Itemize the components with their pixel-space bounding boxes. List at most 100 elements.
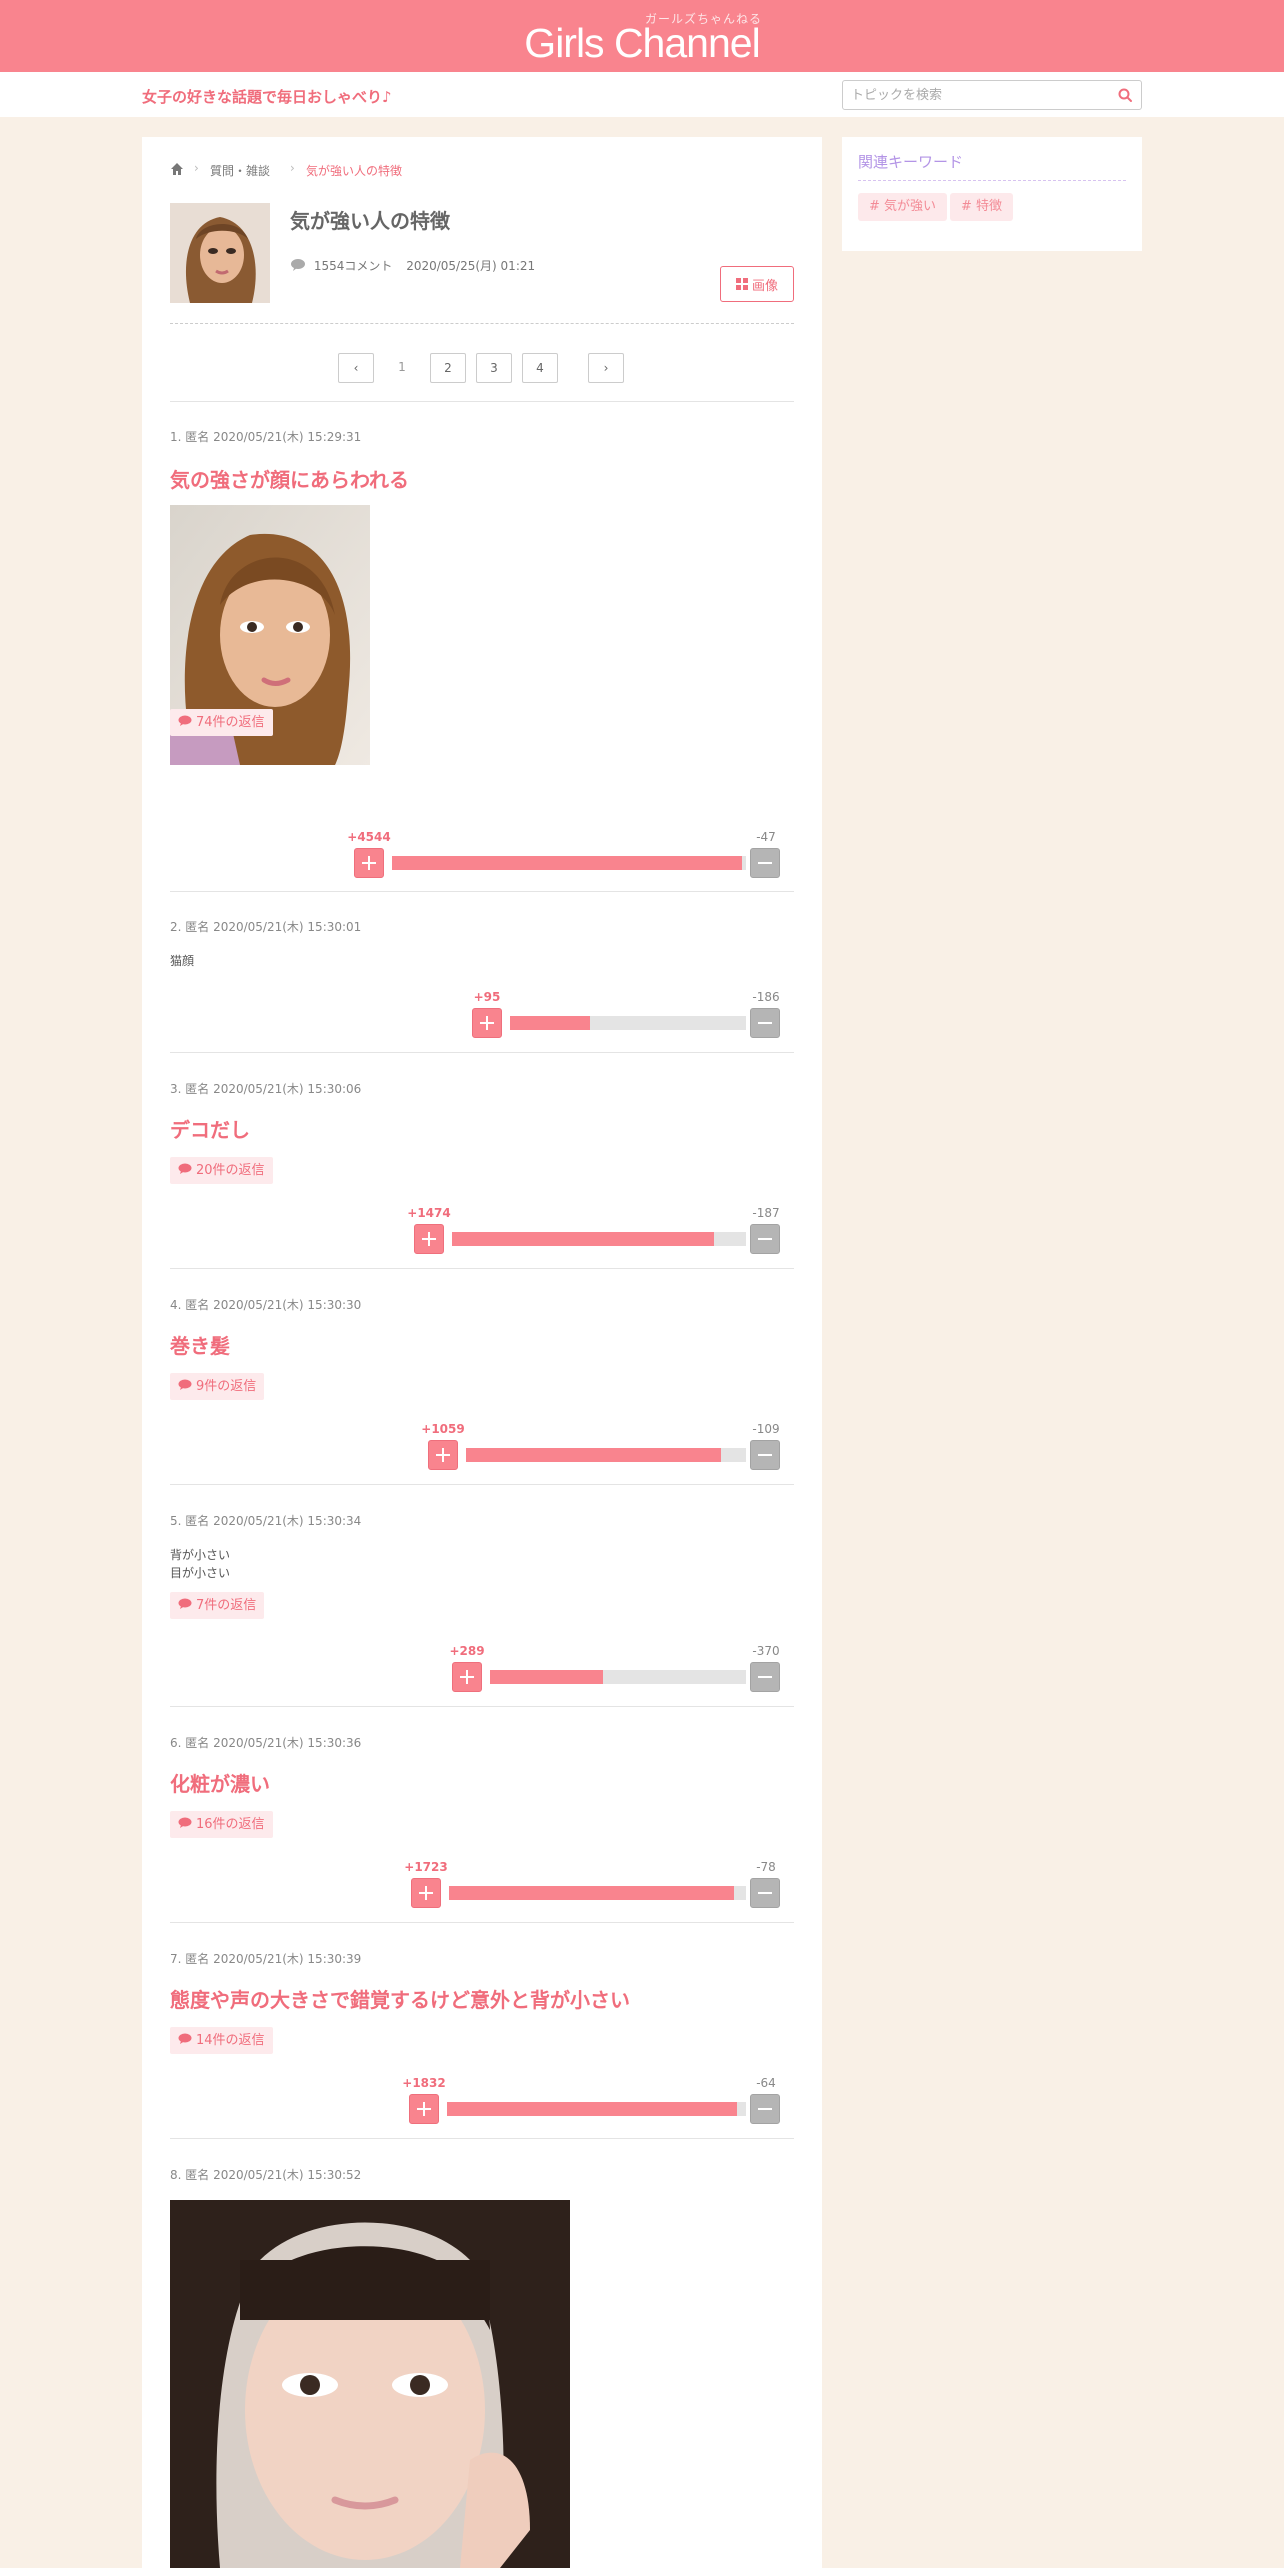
breadcrumb-current: 気が強い人の特徴 [306,164,403,178]
replies-link[interactable]: 20件の返信 [170,1157,273,1184]
page-2[interactable]: 2 [430,353,466,383]
divider [170,401,794,402]
replies-link[interactable]: 9件の返信 [170,1373,265,1400]
comment-text: デコだし [170,1118,250,1142]
plus-vote-button[interactable] [428,1440,458,1470]
divider [170,891,794,892]
next-page-button[interactable]: › [588,353,624,383]
divider [170,1922,794,1923]
replies-count: 16件の返信 [196,1817,265,1832]
minus-vote-button[interactable] [750,1878,780,1908]
vote-bar: +1832 -64 [170,2076,794,2124]
comment-bubble-icon [291,259,305,271]
page-1: 1 [384,353,420,383]
search-box [842,80,1142,110]
plus-icon [480,1016,494,1030]
related-keywords-title: 関連キーワード [858,153,964,171]
plus-icon [422,1232,436,1246]
minus-vote-button[interactable] [750,848,780,878]
replies-count: 7件の返信 [196,1598,257,1613]
plus-vote-button[interactable] [414,1224,444,1254]
divider [170,1484,794,1485]
replies-count: 9件の返信 [196,1379,257,1394]
plus-icon [419,1886,433,1900]
related-keywords-panel: 関連キーワード # 気が強い # 特徴 [842,137,1142,251]
prev-page-button[interactable]: ‹ [338,353,374,383]
home-icon[interactable] [170,162,184,176]
image-gallery-button[interactable]: 画像 [720,266,794,302]
comment-image[interactable] [170,2200,570,2568]
plus-count: +1059 [421,1422,465,1436]
comment-text: 態度や声の大きさで錯覚するけど意外と背が小さい [170,1988,630,2012]
comment-line: 目が小さい [170,1566,231,1580]
plus-count: +95 [473,990,501,1004]
minus-icon [758,1676,772,1678]
vote-ratio-fill [466,1448,721,1462]
vote-ratio-track [392,856,746,870]
vote-ratio-fill [452,1232,714,1246]
replies-link[interactable]: 74件の返信 [170,709,273,736]
vote-bar: +1059 -109 [170,1422,794,1470]
minus-vote-button[interactable] [750,2094,780,2124]
minus-vote-button[interactable] [750,1008,780,1038]
minus-icon [758,2108,772,2110]
plus-vote-button[interactable] [472,1008,502,1038]
vote-bar: +95 -186 [170,990,794,1038]
topic-date: 2020/05/25(月) 01:21 [406,259,536,273]
plus-vote-button[interactable] [354,848,384,878]
vote-ratio-track [510,1016,746,1030]
vote-ratio-track [449,1886,746,1900]
minus-count: -78 [756,1860,776,1874]
replies-link[interactable]: 14件の返信 [170,2027,273,2054]
replies-count: 14件の返信 [196,2033,265,2048]
minus-vote-button[interactable] [750,1662,780,1692]
replies-count: 74件の返信 [196,715,265,730]
plus-icon [417,2102,431,2116]
page-3[interactable]: 3 [476,353,512,383]
site-tagline: 女子の好きな話題で毎日おしゃべり♪ [142,88,392,106]
plus-icon [362,856,376,870]
search-icon[interactable] [1117,87,1133,103]
site-logo[interactable]: ガールズちゃんねる Girls Channel [514,8,770,68]
search-input[interactable] [843,81,1103,109]
reply-bubble-icon [178,1598,192,1609]
plus-vote-button[interactable] [409,2094,439,2124]
vote-ratio-fill [510,1016,590,1030]
breadcrumb-category[interactable]: 質問・雑談 [210,162,270,179]
logo-text: Girls Channel [524,20,760,66]
plus-count: +4544 [347,830,391,844]
plus-vote-button[interactable] [452,1662,482,1692]
vote-ratio-track [452,1232,746,1246]
minus-vote-button[interactable] [750,1224,780,1254]
reply-bubble-icon [178,1379,192,1390]
minus-icon [758,1022,772,1024]
keyword-tag[interactable]: # 特徴 [950,193,1014,221]
page-4[interactable]: 4 [522,353,558,383]
vote-bar: +289 -370 [170,1644,794,1692]
plus-count: +1474 [407,1206,451,1220]
replies-link[interactable]: 7件の返信 [170,1592,265,1619]
reply-bubble-icon [178,1817,192,1828]
plus-vote-button[interactable] [411,1878,441,1908]
divider [170,1706,794,1707]
plus-icon [460,1670,474,1684]
divider [170,2138,794,2139]
comment-text: 猫顔 [170,954,195,968]
comment-text: 化粧が濃い [170,1772,270,1796]
vote-ratio-fill [447,2102,737,2116]
topic-main: › 質問・雑談 › 気が強い人の特徴 気が強い人の特徴 1554コメント 202… [142,137,822,2568]
replies-link[interactable]: 16件の返信 [170,1811,273,1838]
breadcrumb-separator-icon: › [194,161,199,175]
divider [170,1268,794,1269]
pagination: ‹ 1 2 3 4 › [142,353,822,383]
vote-bar: +1723 -78 [170,1860,794,1908]
keyword-tag[interactable]: # 気が強い [858,193,948,221]
minus-vote-button[interactable] [750,1440,780,1470]
sub-header: 女子の好きな話題で毎日おしゃべり♪ [0,72,1284,117]
comment-text: 気の強さが顔にあらわれる [170,468,409,492]
plus-count: +1832 [402,2076,446,2090]
reply-bubble-icon [178,715,192,726]
comment-text: 背が小さい 目が小さい [170,1546,230,1582]
minus-icon [758,1454,772,1456]
minus-count: -370 [752,1644,780,1658]
